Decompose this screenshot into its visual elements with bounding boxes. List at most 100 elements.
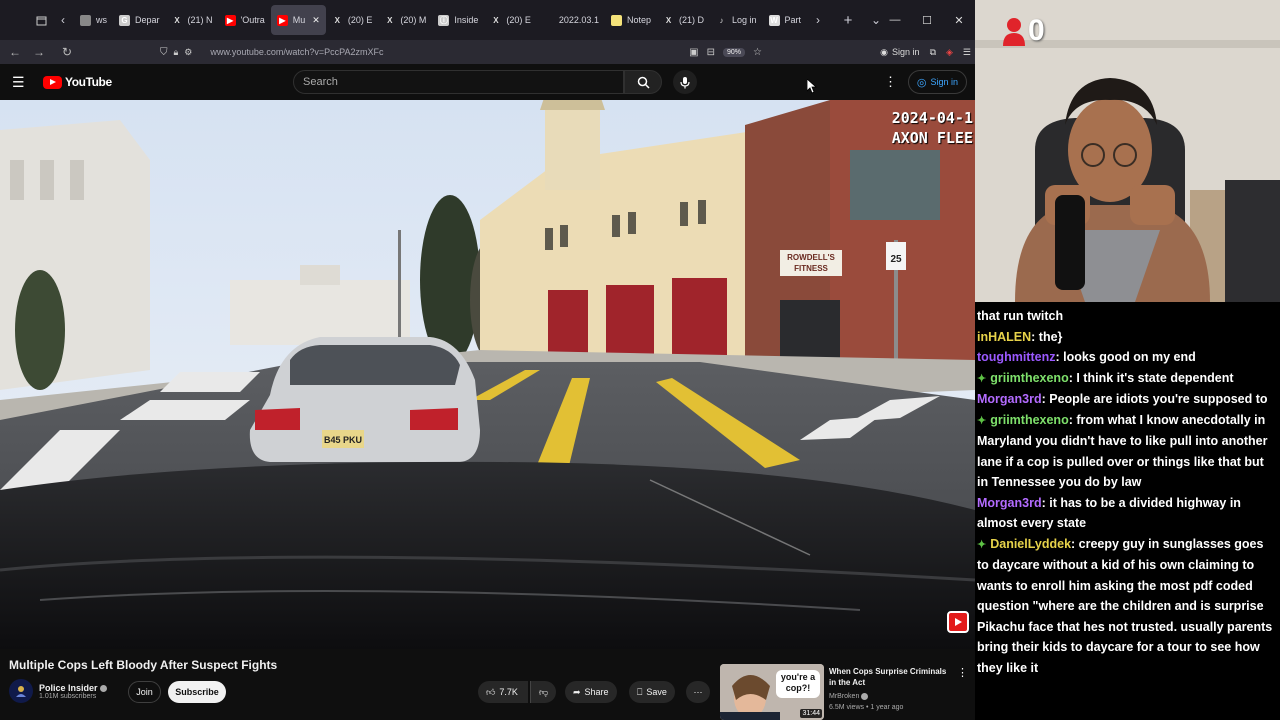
search-input[interactable]: Search (293, 70, 624, 94)
scroll-tabs-right-icon[interactable]: › (807, 9, 829, 31)
browser-tab[interactable]: Notep (605, 5, 657, 35)
verified-icon (861, 692, 869, 700)
browser-tab[interactable]: X (21) N (166, 5, 219, 35)
join-button[interactable]: Join (128, 681, 161, 703)
viewer-count: 0 (1028, 14, 1045, 47)
zoom-level[interactable]: 90% (723, 47, 746, 57)
mouse-cursor-icon (807, 79, 817, 94)
chat-username[interactable]: Morgan3rd (977, 392, 1042, 406)
extensions-icon[interactable]: ⧉ (930, 47, 936, 58)
url-text[interactable]: www.youtube.com/watch?v=PccPA2zmXFc (210, 47, 383, 57)
browser-tab[interactable]: ♪ Log in (710, 5, 763, 35)
browser-tab[interactable]: X (20) M (378, 5, 432, 35)
tab-favicon-icon: X (334, 15, 340, 25)
back-icon[interactable]: ← (3, 40, 27, 64)
sub-badge-icon: ✦ (977, 414, 987, 427)
tab-label: Part (784, 15, 802, 25)
tab-favicon-icon: G (119, 14, 130, 26)
lock-icon[interactable]: 🔒︎ (174, 47, 179, 58)
channel-info[interactable]: Police Insider 1.01M subscribers (9, 679, 107, 703)
save-button[interactable]: ⎕ Save (629, 681, 675, 703)
chat-username[interactable]: DanielLyddek (990, 537, 1071, 551)
more-actions-button[interactable]: ⋯ (686, 681, 710, 703)
signin-button[interactable]: ◎ Sign in (908, 70, 967, 94)
video-player[interactable]: ROWDELL'S FITNESS 25 B45 PKU 2024-04-1 A… (0, 100, 975, 649)
maximize-icon[interactable]: ☐ (911, 0, 943, 40)
chat-text: that run twitch (977, 309, 1064, 323)
browser-tab[interactable]: 2022.03.1 (537, 5, 605, 35)
browser-tab[interactable]: ▶ Mu ✕ (270, 5, 326, 35)
close-tab-icon[interactable]: ✕ (312, 15, 320, 26)
guide-menu-icon[interactable]: ☰ (12, 74, 28, 90)
browser-tab[interactable]: ⓘ Inside (432, 5, 484, 35)
recommended-thumbnail[interactable]: you're a cop?! 31:44 (720, 664, 824, 720)
tab-strip: ‹ ws G Depar X (21) N ▶ 'Outra ▶ Mu ✕ X (20) E X (20)… (0, 0, 975, 40)
like-count: 7.7K (499, 687, 518, 697)
viewer-counter: 0 (1002, 14, 1045, 48)
recommended-menu-icon[interactable]: ⋮ (957, 666, 968, 679)
reload-icon[interactable]: ↻ (55, 40, 79, 64)
chat-message: inHALEN: the} (977, 327, 1278, 348)
chat-text: : the} (1031, 329, 1063, 344)
tab-favicon-icon: X (174, 15, 180, 25)
account-button[interactable]: ◉ Sign in (880, 47, 919, 58)
minimize-icon[interactable]: — (879, 0, 911, 40)
chat-text: : creepy guy in sunglasses goes to dayca… (977, 536, 1273, 675)
like-button[interactable]: 👍︎ 7.7K (478, 681, 528, 703)
tab-favicon-icon: ▶ (276, 14, 288, 26)
browser-tab[interactable]: ▶ 'Outra (219, 5, 271, 35)
browser-tab[interactable]: G Depar (113, 5, 166, 35)
sub-badge-icon: ✦ (977, 538, 987, 551)
recommended-title[interactable]: When Cops Surprise Criminals in the Act (829, 666, 953, 688)
settings-menu-icon[interactable]: ⋮ (884, 74, 897, 90)
microphone-icon (680, 76, 690, 88)
bookmark-star-icon[interactable]: ☆ (753, 47, 762, 58)
download-page-icon[interactable]: ⊟ (707, 47, 715, 58)
channel-name[interactable]: Police Insider (39, 683, 98, 693)
browser-tab[interactable]: W Part (763, 5, 808, 35)
tab-favicon-icon: X (665, 15, 672, 25)
new-tab-icon[interactable]: + (837, 9, 859, 31)
tab-overview-icon[interactable] (30, 9, 52, 31)
tab-favicon-icon: ⓘ (438, 14, 450, 26)
close-window-icon[interactable]: ✕ (943, 0, 975, 40)
dislike-button[interactable]: 👎︎ (530, 681, 557, 703)
browser-tab[interactable]: ws (74, 5, 113, 35)
search-button[interactable] (624, 70, 662, 94)
chat-text: : I think it's state dependent (1068, 370, 1234, 385)
chat-message: toughmittenz: looks good on my end (977, 347, 1278, 368)
url-bar[interactable]: ⛉ 🔒︎ ⚙ www.youtube.com/watch?v=PccPA2zmX… (156, 42, 768, 62)
chat-username[interactable]: inHALEN (977, 330, 1031, 344)
tab-label: (20) E (347, 15, 373, 25)
fitness-sign-line1: ROWDELL'S (787, 253, 835, 262)
browser-tab[interactable]: X (20) E (484, 5, 537, 35)
tracking-protection-icon[interactable]: ⛉ (160, 47, 168, 58)
share-button[interactable]: ➦ Share (565, 681, 617, 703)
chat-username[interactable]: Morgan3rd (977, 496, 1042, 510)
save-label: Save (646, 687, 667, 697)
youtube-logo-text: YouTube (65, 75, 112, 89)
browser-tab[interactable]: X (20) E (326, 5, 379, 35)
channel-avatar[interactable] (9, 679, 33, 703)
permissions-icon[interactable]: ⚙ (184, 47, 192, 58)
recommended-video[interactable]: you're a cop?! 31:44 When Cops Surprise … (720, 664, 970, 720)
youtube-logo[interactable]: YouTube (43, 75, 112, 89)
chat-username[interactable]: toughmittenz (977, 350, 1055, 364)
scroll-tabs-left-icon[interactable]: ‹ (52, 9, 74, 31)
chat-message: ✦ DanielLyddek: creepy guy in sunglasses … (977, 534, 1278, 679)
picture-in-picture-icon[interactable]: ▣ (689, 47, 698, 58)
recommended-channel[interactable]: MrBroken (829, 693, 859, 700)
video-duration: 31:44 (800, 709, 822, 718)
channel-watermark-icon[interactable] (947, 611, 969, 633)
youtube-play-icon (43, 75, 62, 89)
browser-tab[interactable]: X (21) D (657, 5, 710, 35)
subscribe-button[interactable]: Subscribe (168, 681, 226, 703)
chat-username[interactable]: griimthexeno (990, 371, 1069, 385)
tab-label: Inside (454, 15, 479, 25)
forward-icon[interactable]: → (27, 40, 51, 64)
app-menu-icon[interactable]: ☰ (963, 47, 971, 58)
voice-search-button[interactable] (673, 70, 697, 94)
chat-username[interactable]: griimthexeno (990, 413, 1069, 427)
tab-favicon-icon: X (387, 15, 393, 25)
extension-badge-icon[interactable]: ◈ (946, 47, 953, 58)
